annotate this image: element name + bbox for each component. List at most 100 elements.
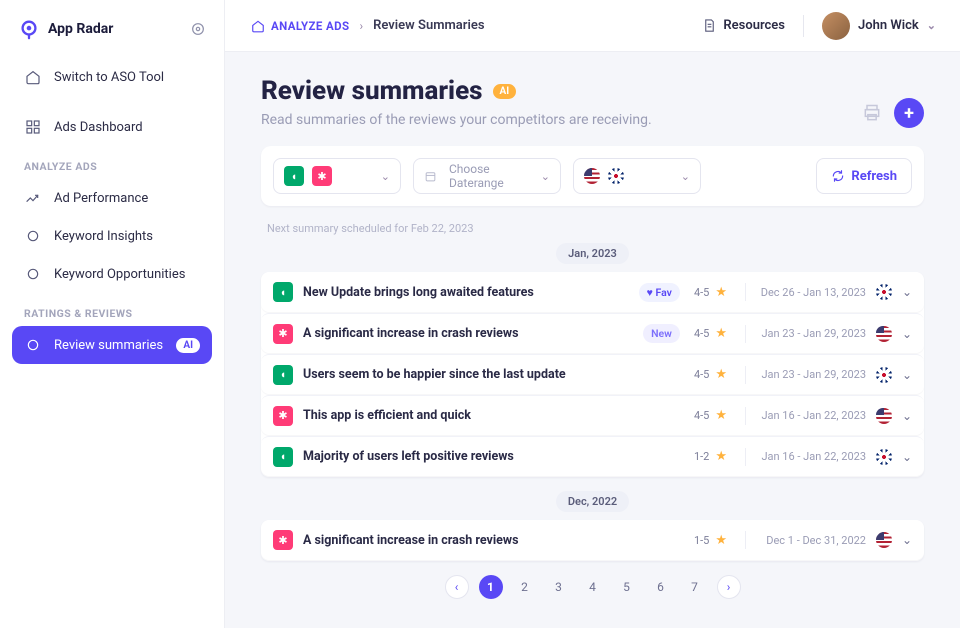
refresh-button[interactable]: Refresh [816,158,912,194]
summary-date: Jan 23 - Jan 29, 2023 [754,368,866,381]
chevron-down-icon[interactable]: ⌄ [902,450,912,464]
nav-ad-performance[interactable]: Ad Performance [12,179,212,217]
chevron-down-icon[interactable]: ⌄ [902,533,912,547]
summary-row[interactable]: ✱ This app is efficient and quick4-5 ★ Jan … [261,395,924,435]
chevron-down-icon[interactable]: ⌄ [902,327,912,341]
breadcrumb-home-icon[interactable] [249,17,267,35]
summary-title: A significant increase in crash reviews [303,533,694,548]
nav-review-summaries[interactable]: Review summaries AI [12,326,212,364]
summary-rating: 4-5 [694,286,709,299]
divider [745,283,746,301]
nav-keyword-insights[interactable]: Keyword Insights [12,217,212,255]
star-icon: ★ [715,408,727,423]
flag-us-icon [584,168,600,184]
page-subtitle: Read summaries of the reviews your compe… [261,112,652,128]
page-title: Review summaries [261,76,483,106]
flag-us-icon [876,532,892,548]
brand-logo-icon [18,18,40,40]
locale-select[interactable]: ⌄ [573,158,701,194]
nav-ads-dashboard[interactable]: Ads Dashboard [12,108,212,146]
divider [745,366,746,384]
chevron-down-icon: ⌄ [927,19,936,32]
daterange-placeholder: Choose Daterange [449,162,533,190]
summary-date: Jan 16 - Jan 22, 2023 [754,409,866,422]
nav-switch-aso-label: Switch to ASO Tool [54,70,164,85]
daterange-select[interactable]: Choose Daterange ⌄ [413,158,561,194]
app-chip-pink-icon: ✱ [312,166,332,186]
circle-icon [24,336,42,354]
app-chip-pink-icon: ✱ [273,406,293,426]
chevron-down-icon[interactable]: ⌄ [902,285,912,299]
schedule-note: Next summary scheduled for Feb 22, 2023 [261,222,924,243]
summary-title: This app is efficient and quick [303,408,694,423]
filter-toolbar: ◖ ✱ ⌄ Choose Daterange ⌄ ⌄ [261,146,924,206]
avatar [822,12,850,40]
breadcrumb-root[interactable]: ANALYZE ADS [271,19,350,33]
page-3[interactable]: 3 [547,575,571,599]
app-chip-green-icon: ◖ [273,365,293,385]
page-2[interactable]: 2 [513,575,537,599]
circle-icon [24,265,42,283]
resources-link[interactable]: Resources [702,18,785,33]
divider [745,407,746,425]
page-7[interactable]: 7 [683,575,707,599]
divider [745,448,746,466]
user-menu[interactable]: John Wick ⌄ [822,12,936,40]
chevron-down-icon[interactable]: ⌄ [902,368,912,382]
month-header: Dec, 2022 [556,491,629,512]
star-icon: ★ [715,285,727,300]
topbar: ANALYZE ADS › Review Summaries Resources… [225,0,960,52]
summary-row[interactable]: ✱A significant increase in crash reviews… [261,313,924,353]
sidebar: App Radar Switch to ASO Tool Ads Dashboa… [0,0,225,628]
nav-keyword-opportunities[interactable]: Keyword Opportunities [12,255,212,293]
main: ANALYZE ADS › Review Summaries Resources… [225,0,960,628]
page-prev[interactable]: ‹ [445,575,469,599]
chevron-down-icon: ⌄ [541,170,550,183]
summary-row[interactable]: ◖Users seem to be happier since the last… [261,354,924,394]
summary-date: Jan 23 - Jan 29, 2023 [754,327,866,340]
page-6[interactable]: 6 [649,575,673,599]
flag-uk-icon [608,168,624,184]
fav-badge: ♥ Fav [639,283,680,302]
summary-row[interactable]: ✱ A significant increase in crash reviews… [261,520,924,560]
pagination: ‹ 1234567 › [261,575,924,599]
summary-rating: 4-5 [694,327,709,340]
nav-section-ratings: RATINGS & REVIEWS [12,293,212,326]
page-next[interactable]: › [717,575,741,599]
chevron-down-icon: ⌄ [681,170,690,183]
page-1[interactable]: 1 [479,575,503,599]
nav-keyword-insights-label: Keyword Insights [54,229,153,244]
content: Review summaries AI Read summaries of th… [225,52,960,628]
summary-rating: 4-5 [694,368,709,381]
summary-rating: 4-5 [694,409,709,422]
refresh-icon [831,169,845,183]
circle-icon [24,227,42,245]
breadcrumb-sep-icon: › [360,19,364,33]
divider [745,325,746,343]
nav-review-summaries-label: Review summaries [54,338,163,353]
user-name: John Wick [858,18,919,33]
summary-row[interactable]: ◖New Update brings long awaited features… [261,272,924,312]
ai-badge: AI [176,338,200,353]
ai-badge: AI [493,84,517,99]
app-chip-green-icon: ◖ [284,166,304,186]
divider [745,531,746,549]
summary-rating: 1-2 [694,450,709,463]
chevron-down-icon[interactable]: ⌄ [902,409,912,423]
nav-switch-aso[interactable]: Switch to ASO Tool [12,58,212,96]
page-5[interactable]: 5 [615,575,639,599]
app-chip-pink-icon: ✱ [273,530,293,550]
page-4[interactable]: 4 [581,575,605,599]
apps-select[interactable]: ◖ ✱ ⌄ [273,158,401,194]
summary-date: Dec 26 - Jan 13, 2023 [754,286,866,299]
add-button[interactable]: + [894,98,924,128]
nav-ad-performance-label: Ad Performance [54,191,148,206]
summary-row[interactable]: ◖Majority of users left positive reviews… [261,436,924,476]
settings-icon[interactable] [190,21,206,37]
print-icon[interactable] [862,103,882,123]
star-icon: ★ [715,533,727,548]
star-icon: ★ [715,449,727,464]
star-icon: ★ [715,326,727,341]
flag-uk-icon [876,367,892,383]
summary-title: New Update brings long awaited features [303,285,639,300]
